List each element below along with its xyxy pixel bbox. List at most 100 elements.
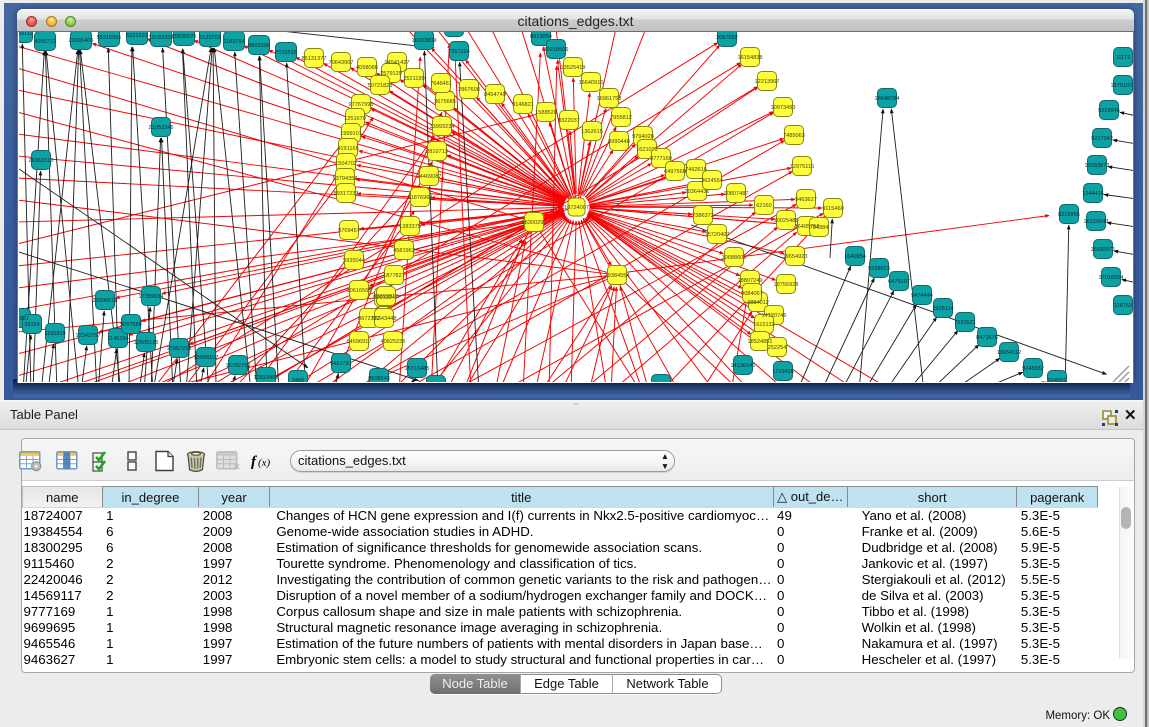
svg-text:9794028: 9794028	[632, 134, 654, 140]
svg-text:9777169: 9777169	[650, 156, 672, 162]
svg-text:2521199: 2521199	[403, 76, 424, 82]
svg-text:16648784: 16648784	[875, 96, 900, 102]
svg-text:9245652: 9245652	[1022, 366, 1044, 372]
svg-text:50721828: 50721828	[368, 83, 393, 89]
svg-text:9457791: 9457791	[330, 361, 352, 367]
svg-text:10616565: 10616565	[347, 288, 372, 294]
svg-text:12033332: 12033332	[149, 35, 174, 41]
svg-text:19654923: 19654923	[783, 254, 808, 260]
svg-text:24469087: 24469087	[417, 174, 442, 180]
svg-text:8800396: 8800396	[248, 43, 270, 49]
svg-text:17016504: 17016504	[1099, 275, 1124, 281]
svg-text:9709457: 9709457	[338, 228, 360, 234]
svg-text:64596917: 64596917	[347, 339, 372, 345]
svg-text:3884012: 3884012	[747, 300, 769, 306]
svg-text:9329946: 9329946	[1098, 108, 1120, 114]
svg-text:18724007: 18724007	[564, 205, 589, 211]
svg-text:15720407: 15720407	[705, 232, 730, 238]
svg-text:10807487: 10807487	[724, 191, 749, 197]
svg-text:8471676: 8471676	[976, 335, 998, 341]
svg-text:85131377: 85131377	[302, 56, 327, 62]
svg-text:12213967: 12213967	[755, 79, 780, 85]
svg-text:8813054: 8813054	[530, 34, 552, 40]
svg-text:26361510: 26361510	[29, 158, 54, 164]
svg-text:25836575: 25836575	[172, 34, 197, 40]
svg-text:9463627: 9463627	[795, 197, 817, 203]
svg-text:7646461: 7646461	[430, 81, 452, 87]
svg-text:12823468: 12823468	[254, 375, 279, 381]
svg-text:6479197: 6479197	[888, 279, 910, 285]
svg-text:1156819: 1156819	[44, 331, 65, 337]
svg-text:1640954: 1640954	[844, 254, 866, 260]
svg-text:20364436: 20364436	[685, 189, 710, 195]
svg-text:12093872: 12093872	[1085, 163, 1110, 169]
svg-text:4581963: 4581963	[393, 248, 415, 254]
svg-text:8454749: 8454749	[484, 92, 506, 98]
svg-text:19756928: 19756928	[774, 282, 799, 288]
svg-text:8322037: 8322037	[558, 118, 580, 124]
svg-text:6497568: 6497568	[664, 169, 686, 175]
svg-text:94541427: 94541427	[385, 60, 410, 66]
svg-text:60393818: 60393818	[374, 294, 399, 300]
svg-text:16154838: 16154838	[738, 55, 763, 61]
svg-text:1145194: 1145194	[107, 336, 128, 342]
svg-text:18807249: 18807249	[738, 278, 763, 284]
svg-text:10973493: 10973493	[771, 105, 796, 111]
svg-text:12342757: 12342757	[76, 333, 101, 339]
svg-text:89317233: 89317233	[334, 191, 359, 197]
svg-text:1615132: 1615132	[753, 322, 775, 328]
svg-text:1504702: 1504702	[335, 161, 357, 167]
svg-text:61876968: 61876968	[408, 195, 433, 201]
svg-text:12505135: 12505135	[134, 340, 159, 346]
svg-text:19384554: 19384554	[605, 273, 630, 279]
svg-text:5133703: 5133703	[199, 35, 221, 41]
svg-text:10958107: 10958107	[194, 355, 219, 361]
svg-text:924501: 924501	[1048, 378, 1067, 382]
svg-text:9084067: 9084067	[741, 291, 763, 297]
svg-text:16210643: 16210643	[1084, 219, 1109, 225]
svg-text:2450: 2450	[292, 378, 304, 382]
svg-text:7632621: 7632621	[954, 320, 976, 326]
svg-text:20206518: 20206518	[93, 298, 118, 304]
svg-text:18300295: 18300295	[522, 220, 547, 226]
svg-text:4330111: 4330111	[19, 32, 32, 37]
svg-text:7462616: 7462616	[685, 167, 707, 173]
svg-text:15751074: 15751074	[1111, 83, 1134, 89]
svg-text:10654112: 10654112	[997, 350, 1021, 356]
svg-text:9115460: 9115460	[822, 206, 843, 212]
svg-text:7386372: 7386372	[692, 213, 714, 219]
svg-text:4055712: 4055712	[34, 39, 56, 45]
svg-text:1999101: 1999101	[340, 131, 362, 137]
svg-text:1733426: 1733426	[772, 369, 794, 375]
svg-text:9474444: 9474444	[911, 293, 933, 299]
svg-text:20691406: 20691406	[69, 38, 94, 44]
svg-text:8506543: 8506543	[368, 376, 390, 382]
svg-text:4191165: 4191165	[337, 146, 358, 152]
svg-text:13525419: 13525419	[561, 65, 586, 71]
svg-text:4098086: 4098086	[356, 65, 378, 71]
svg-text:19218506: 19218506	[544, 47, 569, 53]
svg-text:14136141: 14136141	[731, 363, 756, 369]
svg-text:f: f	[251, 454, 258, 470]
svg-text:✕: ✕	[233, 462, 240, 472]
svg-text:1621072: 1621072	[636, 147, 658, 153]
svg-text:2935114: 2935114	[932, 306, 953, 312]
svg-text:17957255: 17957255	[167, 346, 192, 352]
svg-text:11172: 11172	[1116, 55, 1131, 61]
svg-text:2867608: 2867608	[458, 87, 480, 93]
svg-text:55216991: 55216991	[97, 35, 122, 41]
svg-text:116753: 116753	[1114, 303, 1132, 309]
svg-text:8215955: 8215955	[1058, 212, 1080, 218]
svg-text:15692971: 15692971	[1091, 247, 1116, 253]
svg-text:7357224: 7357224	[448, 49, 470, 55]
svg-text:2810713: 2810713	[426, 149, 448, 155]
svg-text:8990448: 8990448	[608, 139, 630, 145]
svg-text:1244415: 1244415	[1082, 191, 1104, 197]
svg-text:14120746: 14120746	[762, 313, 787, 319]
svg-text:62160: 62160	[756, 203, 772, 209]
svg-text:5935044: 5935044	[343, 258, 365, 264]
svg-text:21053346: 21053346	[149, 125, 174, 131]
svg-text:16961758: 16961758	[597, 96, 622, 102]
svg-text:70643907: 70643907	[329, 60, 354, 66]
svg-text:3675685: 3675685	[434, 99, 456, 105]
